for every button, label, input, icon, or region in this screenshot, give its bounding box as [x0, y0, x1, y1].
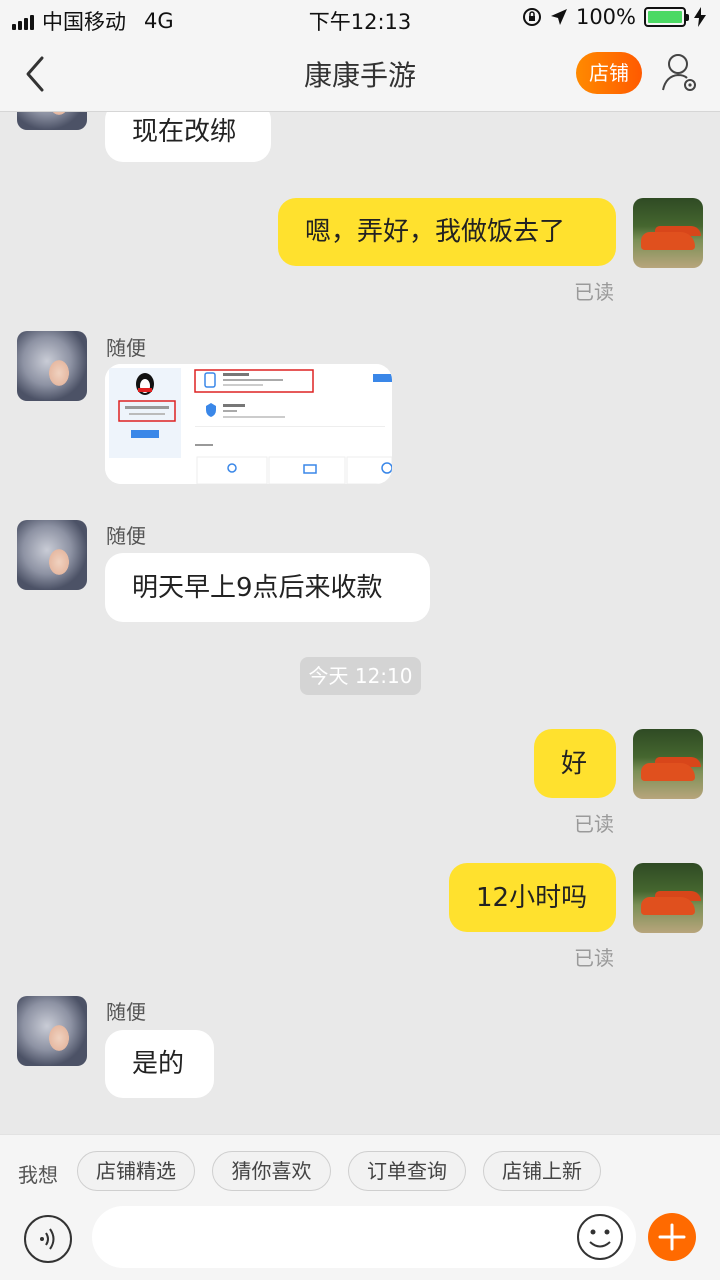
avatar[interactable] [633, 729, 703, 799]
location-arrow-icon [550, 9, 567, 25]
message-input[interactable] [92, 1206, 636, 1268]
chat-area[interactable]: 现在改绑 嗯，弄好，我做饭去了 已读 随便 随便 明天早上9点后来收款 今天 1… [0, 112, 720, 1134]
quick-reply-label: 我想 [18, 1163, 58, 1187]
avatar[interactable] [633, 863, 703, 933]
avatar[interactable] [17, 996, 87, 1066]
voice-wave-icon [40, 1228, 55, 1250]
emoji-button[interactable] [576, 1213, 624, 1261]
message-bubble[interactable]: 12小时吗 [449, 863, 616, 932]
quick-chip[interactable]: 店铺上新 [483, 1151, 601, 1191]
screenshot-thumbnail [105, 364, 392, 484]
message-text: 现在改绑 [132, 117, 237, 147]
avatar[interactable] [17, 520, 87, 590]
shop-button[interactable]: 店铺 [576, 52, 642, 94]
plus-icon [658, 1223, 686, 1251]
voice-button[interactable] [24, 1215, 72, 1263]
read-status: 已读 [574, 946, 614, 970]
quick-chip[interactable]: 店铺精选 [77, 1151, 195, 1191]
quick-chip[interactable]: 订单查询 [348, 1151, 466, 1191]
read-status: 已读 [574, 812, 614, 836]
message-text: 明天早上9点后来收款 [132, 572, 383, 603]
user-settings-icon [662, 54, 696, 91]
status-right: 100% [522, 5, 706, 29]
nav-bar: 康康手游 店铺 [0, 36, 720, 112]
sender-name: 随便 [106, 524, 146, 548]
avatar[interactable] [17, 112, 87, 130]
message-bubble[interactable]: 嗯，弄好，我做饭去了 [278, 198, 616, 266]
time-divider: 今天 12:10 [300, 657, 421, 695]
read-status: 已读 [574, 280, 614, 304]
message-bubble[interactable]: 好 [534, 729, 616, 798]
charging-bolt-icon [694, 7, 706, 27]
sender-name: 随便 [106, 336, 146, 360]
message-bubble[interactable]: 是的 [105, 1030, 214, 1098]
more-button[interactable] [648, 1213, 696, 1261]
battery-icon [644, 7, 689, 27]
settings-button[interactable] [660, 50, 700, 94]
bottom-bar: 我想 店铺精选 猜你喜欢 订单查询 店铺上新 [0, 1134, 720, 1280]
message-text: 嗯，弄好，我做饭去了 [305, 217, 566, 247]
smiley-icon [577, 1214, 623, 1260]
sender-name: 随便 [106, 1000, 146, 1024]
message-text: 12小时吗 [476, 882, 588, 913]
message-bubble[interactable]: 明天早上9点后来收款 [105, 553, 430, 622]
avatar[interactable] [633, 198, 703, 268]
status-bar: 中国移动 4G 下午12:13 100% [0, 0, 720, 36]
orientation-lock-icon [522, 8, 541, 26]
message-text: 好 [561, 748, 588, 779]
battery-percent: 100% [575, 5, 636, 29]
quick-chip[interactable]: 猜你喜欢 [212, 1151, 331, 1191]
message-text: 是的 [132, 1049, 185, 1079]
message-bubble[interactable]: 现在改绑 [105, 112, 271, 162]
avatar[interactable] [17, 331, 87, 401]
image-message[interactable] [105, 364, 392, 484]
